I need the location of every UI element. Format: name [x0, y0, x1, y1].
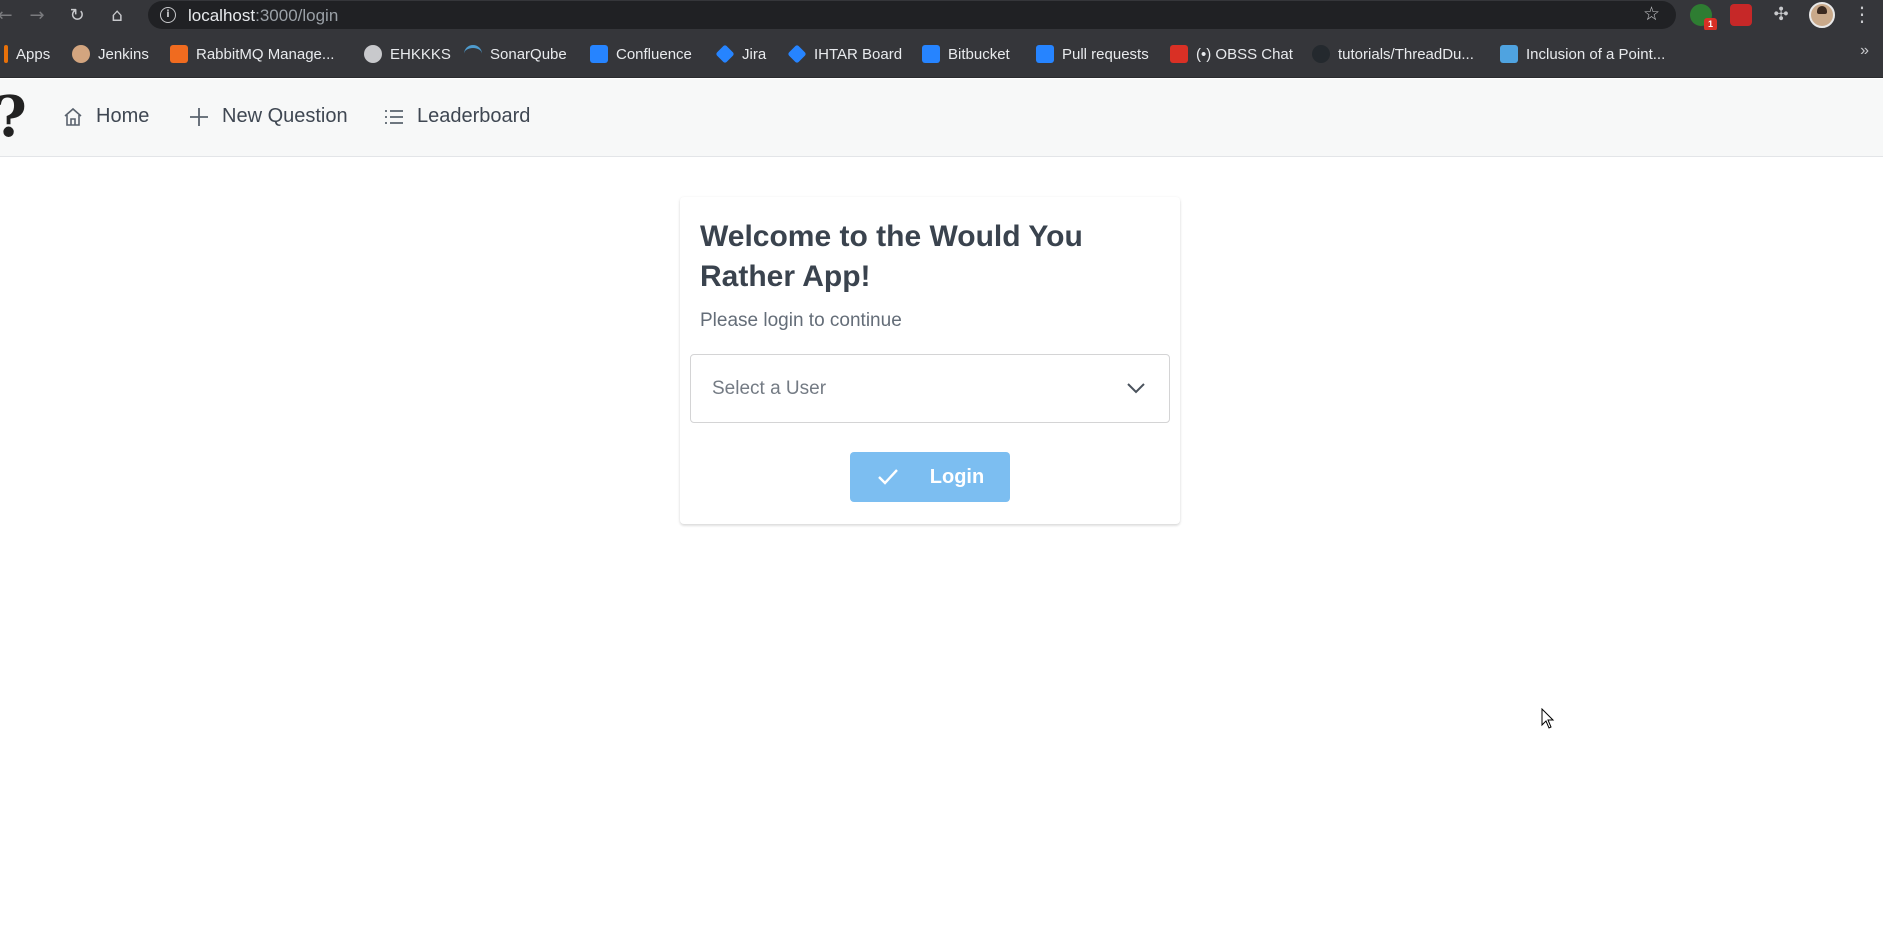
url-path: :3000/login [255, 6, 339, 25]
bookmark-label: Inclusion of a Point... [1526, 45, 1666, 63]
login-button[interactable]: Login [850, 452, 1010, 502]
jira-icon [715, 44, 735, 64]
bookmark-inclusion[interactable]: Inclusion of a Point... [1500, 42, 1665, 66]
globe-icon [364, 45, 382, 63]
login-card: Welcome to the Would You Rather App! Ple… [680, 197, 1180, 524]
address-url[interactable]: localhost:3000/login [188, 6, 338, 26]
bookmark-confluence[interactable]: Confluence [590, 42, 692, 66]
extensions-puzzle-icon[interactable]: ✣ [1770, 4, 1792, 26]
bookmark-rabbitmq[interactable]: RabbitMQ Manage... [170, 42, 334, 66]
check-icon [876, 465, 900, 489]
extension-icon[interactable] [1730, 4, 1752, 26]
browser-menu-icon[interactable]: ⋮ [1852, 2, 1872, 26]
url-host: localhost [188, 6, 256, 25]
bookmark-tutorials[interactable]: tutorials/ThreadDu... [1312, 42, 1474, 66]
jira-icon [787, 44, 807, 64]
bookmark-label: Bitbucket [948, 45, 1010, 63]
bookmark-label: Confluence [616, 45, 692, 63]
sonarqube-icon [464, 45, 482, 63]
bookmark-label: Apps [16, 45, 51, 63]
bookmark-sonarqube[interactable]: SonarQube [464, 42, 567, 66]
nav-home-label: Home [96, 105, 150, 127]
bookmark-obss-chat[interactable]: (•) OBSS Chat [1170, 42, 1293, 66]
bookmark-star-icon[interactable]: ☆ [1643, 3, 1660, 25]
login-subtitle: Please login to continue [700, 310, 902, 331]
apps-grid-icon [4, 45, 8, 63]
bookmark-label: EHKKKS [390, 45, 451, 63]
confluence-icon [590, 45, 608, 63]
bitbucket-icon [922, 45, 940, 63]
chat-icon [1170, 45, 1188, 63]
home-icon [62, 106, 84, 128]
nav-leaderboard-label: Leaderboard [417, 105, 531, 127]
bookmark-label: (•) OBSS Chat [1196, 45, 1293, 63]
bookmark-pull-requests[interactable]: Pull requests [1036, 42, 1149, 66]
profile-avatar[interactable] [1809, 2, 1835, 28]
address-bar[interactable]: i localhost:3000/login ☆ [148, 1, 1676, 29]
reload-icon[interactable]: ↻ [64, 2, 90, 28]
browser-toolbar: ← → ↻ ⌂ i localhost:3000/login ☆ 1 ✣ ⋮ [0, 0, 1883, 31]
nav-new-question-label: New Question [222, 105, 348, 127]
nav-leaderboard[interactable]: Leaderboard [383, 105, 530, 128]
github-icon [1312, 45, 1330, 63]
list-icon [383, 106, 405, 128]
bookmark-jira[interactable]: Jira [715, 42, 767, 66]
extension-icon[interactable]: 1 [1690, 4, 1717, 31]
bookmark-label: IHTAR Board [814, 45, 903, 63]
chevron-down-icon [1125, 377, 1147, 399]
forward-icon[interactable]: → [24, 2, 50, 28]
bookmark-label: Jira [742, 45, 767, 63]
bookmarks-bar: Apps Jenkins RabbitMQ Manage... EHKKKS S… [0, 30, 1883, 78]
bookmark-label: RabbitMQ Manage... [196, 45, 335, 63]
bookmark-ehkkks[interactable]: EHKKKS [364, 42, 451, 66]
mouse-cursor-icon [1541, 708, 1555, 729]
more-bookmarks-icon[interactable]: » [1860, 42, 1869, 60]
bookmark-apps[interactable]: Apps [4, 42, 50, 66]
login-button-label: Login [929, 465, 985, 488]
jenkins-icon [72, 45, 90, 63]
nav-home[interactable]: Home [62, 105, 149, 128]
bookmark-label: Jenkins [98, 45, 149, 63]
app-navbar: ? Home New Question Leaderboard [0, 79, 1883, 157]
rabbitmq-icon [170, 45, 188, 63]
bookmark-label: SonarQube [490, 45, 567, 63]
app-logo[interactable]: ? [0, 87, 27, 147]
user-select-dropdown[interactable]: Select a User [690, 354, 1170, 423]
login-title: Welcome to the Would You Rather App! [700, 220, 1083, 293]
user-select-placeholder: Select a User [712, 378, 827, 399]
back-icon[interactable]: ← [0, 2, 18, 28]
bitbucket-icon [1036, 45, 1054, 63]
page-icon [1500, 45, 1518, 63]
bookmark-ihtar-board[interactable]: IHTAR Board [787, 42, 903, 66]
bookmark-bitbucket[interactable]: Bitbucket [922, 42, 1010, 66]
plus-icon [188, 106, 210, 128]
bookmark-label: Pull requests [1062, 45, 1149, 63]
bookmark-label: tutorials/ThreadDu... [1338, 45, 1474, 63]
home-browser-icon[interactable]: ⌂ [104, 2, 130, 28]
bookmark-jenkins[interactable]: Jenkins [72, 42, 149, 66]
nav-new-question[interactable]: New Question [188, 105, 348, 128]
site-info-icon[interactable]: i [160, 7, 176, 23]
